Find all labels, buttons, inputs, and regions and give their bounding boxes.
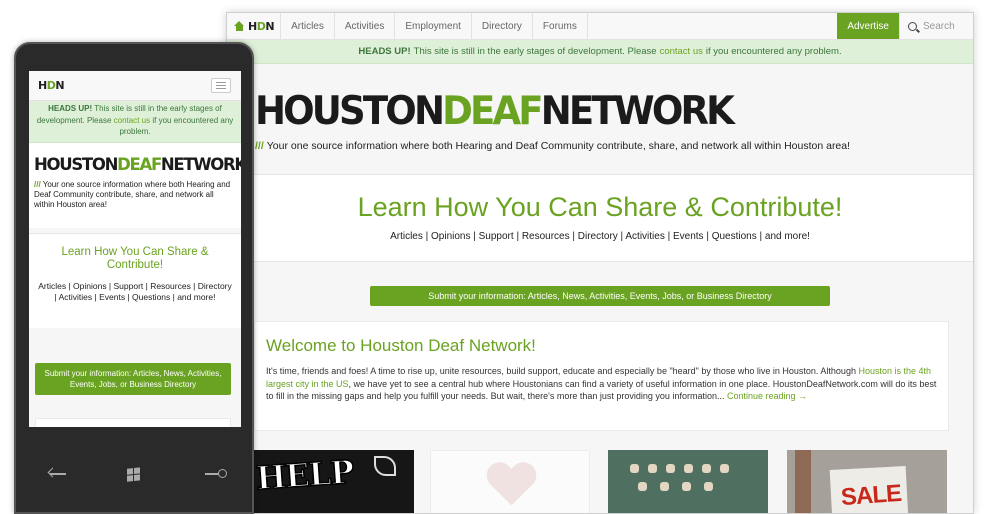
nav-item-activities[interactable]: Activities bbox=[335, 13, 396, 39]
phone-welcome-card bbox=[35, 418, 231, 427]
site-tagline: ///Your one source information where bot… bbox=[255, 140, 851, 152]
nav-item-employment[interactable]: Employment bbox=[395, 13, 472, 39]
help-text: HELP bbox=[254, 452, 355, 498]
search-icon bbox=[908, 21, 917, 31]
thumbnail-signs-image[interactable] bbox=[608, 450, 768, 513]
sale-text: SALE bbox=[840, 479, 902, 512]
phone-hero: HOUSTONDEAFNETWORK /// Your one source i… bbox=[29, 143, 241, 228]
contact-us-link[interactable]: contact us bbox=[660, 46, 703, 57]
desktop-browser: HDN Articles Activities Employment Direc… bbox=[226, 12, 974, 514]
welcome-text: It's time, friends and foes! A time to r… bbox=[266, 366, 937, 401]
nav-item-forums[interactable]: Forums bbox=[533, 13, 588, 39]
alert-strong: HEADS UP! bbox=[358, 46, 411, 57]
windows-icon[interactable] bbox=[123, 464, 145, 484]
sign-hand bbox=[720, 464, 729, 473]
sign-hand bbox=[704, 482, 713, 491]
phone-submit-info-button[interactable]: Submit your information: Articles, News,… bbox=[35, 363, 231, 395]
submit-info-button[interactable]: Submit your information: Articles, News,… bbox=[370, 286, 830, 306]
phone-brand-logo[interactable]: HDN bbox=[38, 79, 65, 92]
phone-screen: HDN HEADS UP! This site is still in the … bbox=[29, 71, 241, 427]
phone-search-icon[interactable] bbox=[202, 464, 227, 484]
phone-learn-section: Learn How You Can Share & Contribute! Ar… bbox=[29, 233, 241, 328]
thumbnail-help-image[interactable]: HELP bbox=[254, 450, 414, 513]
category-links[interactable]: Articles | Opinions | Support | Resource… bbox=[227, 231, 973, 242]
sign-hand bbox=[660, 482, 669, 491]
phone-site-logo[interactable]: HOUSTONDEAFNETWORK bbox=[34, 156, 241, 174]
leaf-graphic bbox=[374, 456, 396, 476]
heart-icon bbox=[486, 463, 536, 513]
alert-text-before: This site is still in the early stages o… bbox=[413, 46, 657, 57]
sign-hand bbox=[648, 464, 657, 473]
sign-hand bbox=[684, 464, 693, 473]
home-icon bbox=[234, 21, 245, 31]
hero-banner: HOUSTONDEAFNETWORK ///Your one source in… bbox=[227, 64, 973, 174]
brand-logo: HDN bbox=[248, 19, 275, 33]
nav-brand[interactable]: HDN bbox=[227, 13, 282, 39]
phone-heads-up-alert: HEADS UP! This site is still in the earl… bbox=[29, 101, 241, 143]
alert-text-after: if you encountered any problem. bbox=[705, 46, 842, 57]
phone-navbar: HDN bbox=[29, 71, 241, 101]
phone-learn-heading: Learn How You Can Share & Contribute! bbox=[61, 246, 209, 271]
sign-hand bbox=[682, 482, 691, 491]
thumbnail-heart-image[interactable] bbox=[430, 450, 590, 513]
nav-item-articles[interactable]: Articles bbox=[281, 13, 335, 39]
learn-section: Learn How You Can Share & Contribute! Ar… bbox=[227, 174, 973, 262]
welcome-card: Welcome to Houston Deaf Network! It's ti… bbox=[254, 321, 949, 431]
learn-heading: Learn How You Can Share & Contribute! bbox=[357, 192, 843, 222]
search-input[interactable]: Search bbox=[899, 13, 973, 39]
advertise-button[interactable]: Advertise bbox=[837, 13, 899, 39]
thumbnail-row: HELP SALE bbox=[254, 450, 954, 513]
phone-device: HDN HEADS UP! This site is still in the … bbox=[14, 42, 254, 514]
wood-post bbox=[795, 450, 811, 513]
continue-reading-link[interactable]: Continue reading → bbox=[727, 391, 807, 401]
sign-hand bbox=[630, 464, 639, 473]
phone-submit-row: Submit your information: Articles, News,… bbox=[35, 363, 231, 395]
phone-category-links[interactable]: Articles | Opinions | Support | Resource… bbox=[37, 281, 233, 302]
nav-item-directory[interactable]: Directory bbox=[472, 13, 533, 39]
phone-tagline: /// Your one source information where bo… bbox=[34, 179, 231, 209]
menu-icon[interactable] bbox=[211, 78, 231, 93]
sign-hand bbox=[702, 464, 711, 473]
heads-up-alert: HEADS UP! This site is still in the earl… bbox=[227, 40, 973, 64]
back-icon[interactable] bbox=[44, 464, 72, 484]
sign-hand bbox=[666, 464, 675, 473]
submit-row: Submit your information: Articles, News,… bbox=[227, 262, 973, 330]
site-logo[interactable]: HOUSTONDEAFNETWORK bbox=[255, 92, 937, 131]
sign-hand bbox=[638, 482, 647, 491]
top-navbar: HDN Articles Activities Employment Direc… bbox=[227, 13, 973, 40]
thumbnail-sale-image[interactable]: SALE bbox=[787, 450, 947, 513]
phone-contact-us-link[interactable]: contact us bbox=[114, 116, 150, 125]
search-placeholder: Search bbox=[923, 20, 955, 32]
welcome-title[interactable]: Welcome to Houston Deaf Network! bbox=[266, 336, 937, 356]
showcase-stage: HDN Articles Activities Employment Direc… bbox=[0, 0, 988, 514]
